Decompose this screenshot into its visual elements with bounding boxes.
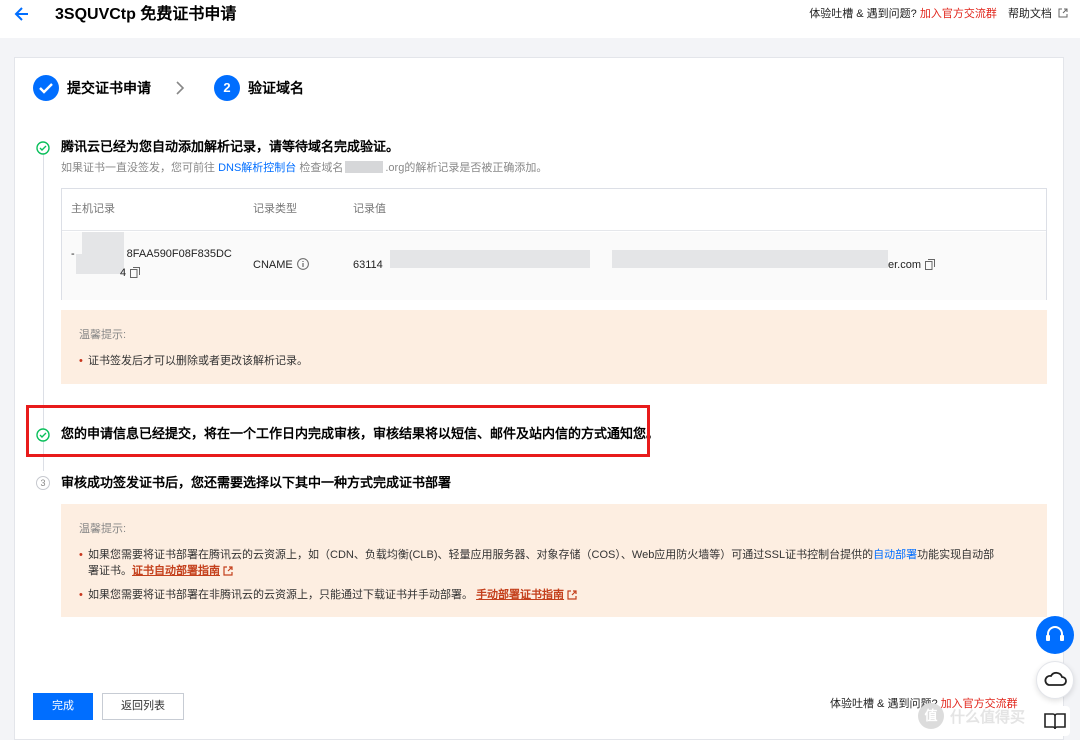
external-link-icon	[1058, 8, 1068, 22]
page-title: 3SQUVCtp 免费证书申请	[55, 6, 237, 23]
col-value: 记录值	[353, 203, 386, 215]
feedback-text: 体验吐槽 & 遇到问题?	[809, 8, 917, 20]
step-1-label: 提交证书申请	[67, 80, 151, 96]
host-record-line2: 4	[120, 266, 141, 282]
join-group-link[interactable]: 加入官方交流群	[920, 8, 997, 20]
tip-2-heading: 温馨提示:	[79, 523, 127, 535]
back-to-list-button[interactable]: 返回列表	[102, 693, 184, 720]
dns-record-table: 主机记录 记录类型 记录值 -8FAA590F08F835DC 4 CNAME …	[61, 188, 1047, 300]
record-value-suffix: er.com	[888, 258, 936, 274]
manual-deploy-guide-link[interactable]: 手动部署证书指南	[476, 589, 564, 601]
cloud-feedback-button[interactable]	[1036, 661, 1074, 699]
back-arrow-icon[interactable]	[14, 5, 30, 23]
table-row: -8FAA590F08F835DC 4 CNAME 63114 er.com	[62, 232, 1046, 300]
auto-deploy-guide-link[interactable]: 证书自动部署指南	[132, 565, 220, 577]
hint-prefix: 如果证书一直没签发，您可前往	[61, 162, 215, 174]
watermark-text: 什么值得买	[950, 709, 1026, 726]
record-type-value: CNAME	[253, 258, 309, 274]
step-1-done-icon	[33, 75, 59, 101]
hint-mid: 检查域名	[299, 162, 344, 174]
step-2-number: 2	[214, 75, 240, 101]
redaction-block	[390, 250, 590, 268]
table-header: 主机记录 记录类型 记录值	[62, 189, 1046, 231]
col-type: 记录类型	[253, 203, 297, 215]
record-value-prefix: 63114	[353, 259, 383, 271]
chevron-right-icon	[175, 81, 185, 100]
auto-deploy-link[interactable]: 自动部署	[873, 549, 917, 561]
redacted-domain	[345, 161, 384, 173]
copy-icon[interactable]	[925, 259, 936, 274]
tip-1-heading: 温馨提示:	[79, 329, 127, 341]
hint-domain-suffix: .org	[385, 162, 405, 174]
help-docs-link[interactable]: 帮助文档	[1008, 8, 1052, 20]
book-icon[interactable]	[1040, 706, 1070, 736]
external-link-icon	[223, 565, 233, 581]
step-2-label: 验证域名	[248, 80, 304, 96]
col-host: 主机记录	[71, 203, 115, 215]
success-check-icon	[36, 141, 50, 155]
hint-suffix: 的解析记录是否被正确添加。	[404, 162, 548, 174]
main-card: 提交证书申请 2 验证域名 腾讯云已经为您自动添加解析记录，请等待域名完成验证。…	[14, 57, 1064, 740]
tip-2-item-1: 如果您需要将证书部署在腾讯云的云资源上，如（CDN、负载均衡(CLB)、轻量应用…	[79, 547, 1029, 581]
section-1-hint: 如果证书一直没签发，您可前往 DNS解析控制台 检查域名 .org的解析记录是否被…	[61, 161, 547, 176]
watermark: 值 什么值得买	[918, 703, 1038, 733]
tip-2-item-2: 如果您需要将证书部署在非腾讯云的云资源上，只能通过下载证书并手动部署。 手动部署…	[79, 587, 577, 605]
headset-icon	[1046, 626, 1064, 641]
step-3-number: 3	[36, 476, 50, 490]
tip-box-1: 温馨提示: 证书签发后才可以删除或者更改该解析记录。	[61, 310, 1047, 384]
section-1-title: 腾讯云已经为您自动添加解析记录，请等待域名完成验证。	[61, 139, 400, 154]
copy-icon[interactable]	[130, 267, 141, 282]
tip-1-item: 证书签发后才可以删除或者更改该解析记录。	[79, 353, 308, 369]
watermark-logo: 值	[918, 703, 944, 729]
done-button[interactable]: 完成	[33, 693, 93, 720]
cloud-icon	[1044, 671, 1067, 686]
top-bar: 3SQUVCtp 免费证书申请 体验吐槽 & 遇到问题? 加入官方交流群 帮助文…	[0, 0, 1080, 38]
highlight-box	[26, 405, 650, 457]
info-icon[interactable]	[296, 258, 309, 274]
customer-service-button[interactable]	[1036, 616, 1074, 654]
dns-console-link[interactable]: DNS解析控制台	[218, 162, 296, 174]
host-record-value: -8FAA590F08F835DC	[71, 248, 232, 260]
redaction-block	[612, 250, 888, 268]
external-link-icon	[567, 589, 577, 605]
tip-box-2: 温馨提示: 如果您需要将证书部署在腾讯云的云资源上，如（CDN、负载均衡(CLB…	[61, 504, 1047, 617]
top-right-links: 体验吐槽 & 遇到问题? 加入官方交流群 帮助文档	[809, 7, 1068, 22]
section-3-title: 审核成功签发证书后，您还需要选择以下其中一种方式完成证书部署	[61, 475, 452, 490]
